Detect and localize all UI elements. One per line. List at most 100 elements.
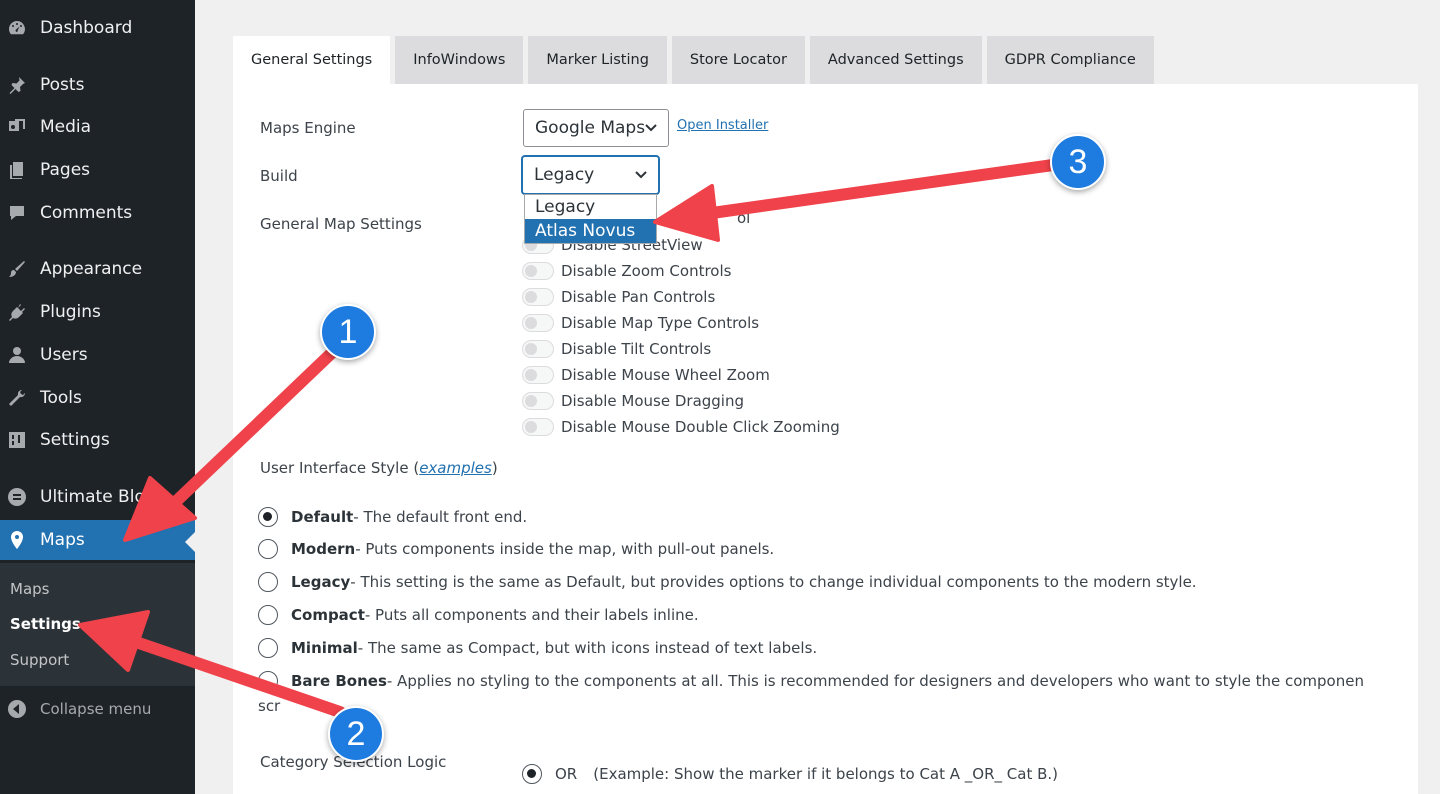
block-icon	[7, 487, 27, 507]
toggle-switch[interactable]	[522, 366, 554, 384]
toggle-disable-tilt-controls[interactable]: Disable Tilt Controls	[522, 338, 711, 360]
menu-tools[interactable]: Tools	[0, 378, 195, 418]
menu-maps[interactable]: Maps	[0, 520, 195, 560]
menu-label: Settings	[40, 430, 110, 450]
toggle-disable-map-type-controls[interactable]: Disable Map Type Controls	[522, 312, 759, 334]
menu-ultimate-blocks[interactable]: Ultimate Bloc	[0, 477, 195, 517]
radio-button[interactable]	[522, 764, 542, 784]
ui-style-legacy[interactable]: Legacy - This setting is the same as Def…	[258, 571, 1197, 593]
maps-engine-select[interactable]: Google Maps	[523, 109, 669, 147]
tab-marker-listing[interactable]: Marker Listing	[528, 36, 667, 84]
media-icon	[7, 117, 27, 137]
build-dropdown-list: Legacy Atlas Novus	[524, 194, 657, 244]
menu-settings[interactable]: Settings	[0, 420, 195, 460]
toggle-label: Disable Tilt Controls	[561, 340, 712, 358]
plug-icon	[7, 302, 27, 322]
ui-style-label-close: )	[491, 459, 498, 477]
submenu-support[interactable]: Support	[10, 651, 69, 669]
active-indicator	[185, 532, 195, 552]
toggle-switch[interactable]	[522, 392, 554, 410]
toggle-switch[interactable]	[522, 262, 554, 280]
menu-plugins[interactable]: Plugins	[0, 292, 195, 332]
settings-tabs: General Settings InfoWindows Marker List…	[233, 36, 1159, 84]
submenu-settings[interactable]: Settings	[10, 615, 81, 633]
option-desc: - Puts components inside the map, with p…	[355, 540, 775, 558]
menu-label: Dashboard	[40, 18, 133, 38]
toggle-disable-zoom-controls[interactable]: Disable Zoom Controls	[522, 260, 731, 282]
option-name: Modern	[291, 540, 356, 558]
hidden-toggle-fragment: ol	[737, 209, 751, 227]
toggle-disable-double-click-zoom[interactable]: Disable Mouse Double Click Zooming	[522, 416, 840, 438]
menu-label: Users	[40, 345, 88, 365]
toggle-label: Disable Pan Controls	[561, 288, 716, 306]
menu-label: Tools	[40, 388, 82, 408]
build-select[interactable]: Legacy	[522, 156, 659, 194]
menu-posts[interactable]: Posts	[0, 65, 195, 105]
toggle-switch[interactable]	[522, 418, 554, 436]
menu-comments[interactable]: Comments	[0, 193, 195, 233]
radio-button[interactable]	[258, 605, 278, 625]
map-pin-icon	[7, 530, 27, 550]
build-option-legacy[interactable]: Legacy	[525, 195, 656, 219]
chevron-down-icon	[645, 124, 657, 132]
menu-appearance[interactable]: Appearance	[0, 249, 195, 289]
option-desc: - Applies no styling to the components a…	[386, 672, 1363, 690]
collapse-label: Collapse menu	[40, 700, 152, 718]
radio-button[interactable]	[258, 539, 278, 559]
radio-button[interactable]	[258, 638, 278, 658]
menu-dashboard[interactable]: Dashboard	[0, 8, 195, 48]
option-name: Default	[291, 508, 354, 526]
toggle-disable-mouse-wheel-zoom[interactable]: Disable Mouse Wheel Zoom	[522, 364, 770, 386]
category-logic-or[interactable]: OR (Example: Show the marker if it belong…	[522, 763, 1058, 785]
tab-advanced-settings[interactable]: Advanced Settings	[809, 36, 982, 84]
chevron-down-icon	[635, 171, 647, 179]
menu-label: Media	[40, 117, 92, 137]
toggle-switch[interactable]	[522, 340, 554, 358]
build-value: Legacy	[534, 165, 595, 185]
radio-button[interactable]	[258, 671, 278, 691]
step-badge-3: 3	[1050, 134, 1106, 190]
menu-label: Maps	[40, 530, 85, 550]
settings-icon	[7, 430, 27, 450]
ui-style-minimal[interactable]: Minimal - The same as Compact, but with …	[258, 637, 817, 659]
option-name: Compact	[291, 606, 365, 624]
pages-icon	[7, 160, 27, 180]
option-desc: - Puts all components and their labels i…	[364, 606, 699, 624]
tab-infowindows[interactable]: InfoWindows	[395, 36, 524, 84]
menu-users[interactable]: Users	[0, 335, 195, 375]
menu-label: Posts	[40, 75, 85, 95]
maps-submenu: Maps Settings Support	[0, 563, 195, 686]
tab-general-settings[interactable]: General Settings	[233, 36, 391, 84]
ui-style-compact[interactable]: Compact - Puts all components and their …	[258, 604, 699, 626]
collapse-icon	[7, 699, 27, 719]
tab-store-locator[interactable]: Store Locator	[671, 36, 805, 84]
submenu-maps[interactable]: Maps	[10, 580, 49, 598]
toggle-disable-mouse-dragging[interactable]: Disable Mouse Dragging	[522, 390, 744, 412]
examples-link[interactable]: examples	[419, 459, 492, 477]
toggle-disable-pan-controls[interactable]: Disable Pan Controls	[522, 286, 715, 308]
build-option-atlas-novus[interactable]: Atlas Novus	[525, 219, 656, 243]
menu-label: Appearance	[40, 259, 143, 279]
option-name: Minimal	[291, 639, 358, 657]
brush-icon	[7, 259, 27, 279]
menu-label: Ultimate Bloc	[40, 487, 155, 507]
menu-pages[interactable]: Pages	[0, 150, 195, 190]
general-map-settings-label: General Map Settings	[260, 215, 422, 233]
wrench-icon	[7, 388, 27, 408]
admin-sidebar: Dashboard Posts Media Pages Comments App…	[0, 0, 195, 794]
ui-style-default[interactable]: Default - The default front end.	[258, 506, 527, 528]
ui-style-label: User Interface Style (examples)	[260, 459, 498, 477]
option-desc: - This setting is the same as Default, b…	[350, 573, 1197, 591]
ui-style-modern[interactable]: Modern - Puts components inside the map,…	[258, 538, 774, 560]
tab-gdpr-compliance[interactable]: GDPR Compliance	[986, 36, 1154, 84]
ui-style-bare-bones[interactable]: Bare Bones - Applies no styling to the c…	[258, 670, 1363, 692]
toggle-switch[interactable]	[522, 288, 554, 306]
radio-button[interactable]	[258, 507, 278, 527]
radio-button[interactable]	[258, 572, 278, 592]
collapse-menu-button[interactable]: Collapse menu	[0, 694, 195, 724]
toggle-switch[interactable]	[522, 314, 554, 332]
menu-label: Plugins	[40, 302, 101, 322]
open-installer-link[interactable]: Open Installer	[677, 118, 768, 133]
menu-media[interactable]: Media	[0, 107, 195, 147]
option-desc: - The default front end.	[353, 508, 528, 526]
